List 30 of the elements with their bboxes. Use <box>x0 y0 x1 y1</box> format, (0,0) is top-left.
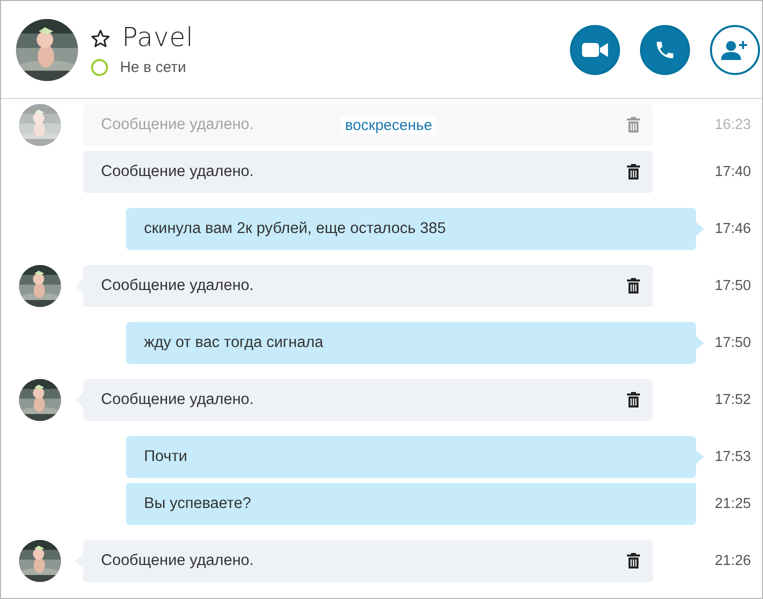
message-text: жду от вас тогда сигнала <box>144 334 324 352</box>
message-text: Сообщение удалено. <box>101 552 254 570</box>
message-text: Почти <box>144 448 188 466</box>
message-text: Сообщение удалено. <box>101 116 254 134</box>
trash-icon[interactable] <box>627 553 640 569</box>
video-camera-icon <box>582 42 608 58</box>
message-time: 21:26 <box>714 553 752 569</box>
message-text: Вы успеваете? <box>144 495 252 513</box>
contact-name: Pavel <box>122 23 194 53</box>
trash-icon[interactable] <box>627 164 640 180</box>
call-button[interactable] <box>640 24 690 74</box>
message-time: 17:46 <box>714 221 752 237</box>
message-time: 21:25 <box>714 496 752 512</box>
video-call-button[interactable] <box>570 24 620 74</box>
message-text: скинула вам 2к рублей, еще осталось 385 <box>144 220 446 238</box>
trash-icon[interactable] <box>627 278 640 294</box>
message-text: Сообщение удалено. <box>101 277 254 295</box>
message-time: 17:50 <box>714 278 752 294</box>
message-time: 17:50 <box>714 335 752 351</box>
star-icon[interactable] <box>91 28 110 48</box>
add-contact-icon <box>721 38 749 60</box>
message-time: 17:40 <box>714 164 752 180</box>
message-time: 17:53 <box>714 449 752 465</box>
message-text: Сообщение удалено. <box>101 391 254 409</box>
add-contact-button[interactable] <box>710 24 760 74</box>
contact-status: Не в сети <box>120 59 186 76</box>
trash-icon[interactable] <box>627 392 640 408</box>
message-time: 16:23 <box>714 117 752 133</box>
message-text: Сообщение удалено. <box>101 163 254 181</box>
message-time: 17:52 <box>714 392 752 408</box>
